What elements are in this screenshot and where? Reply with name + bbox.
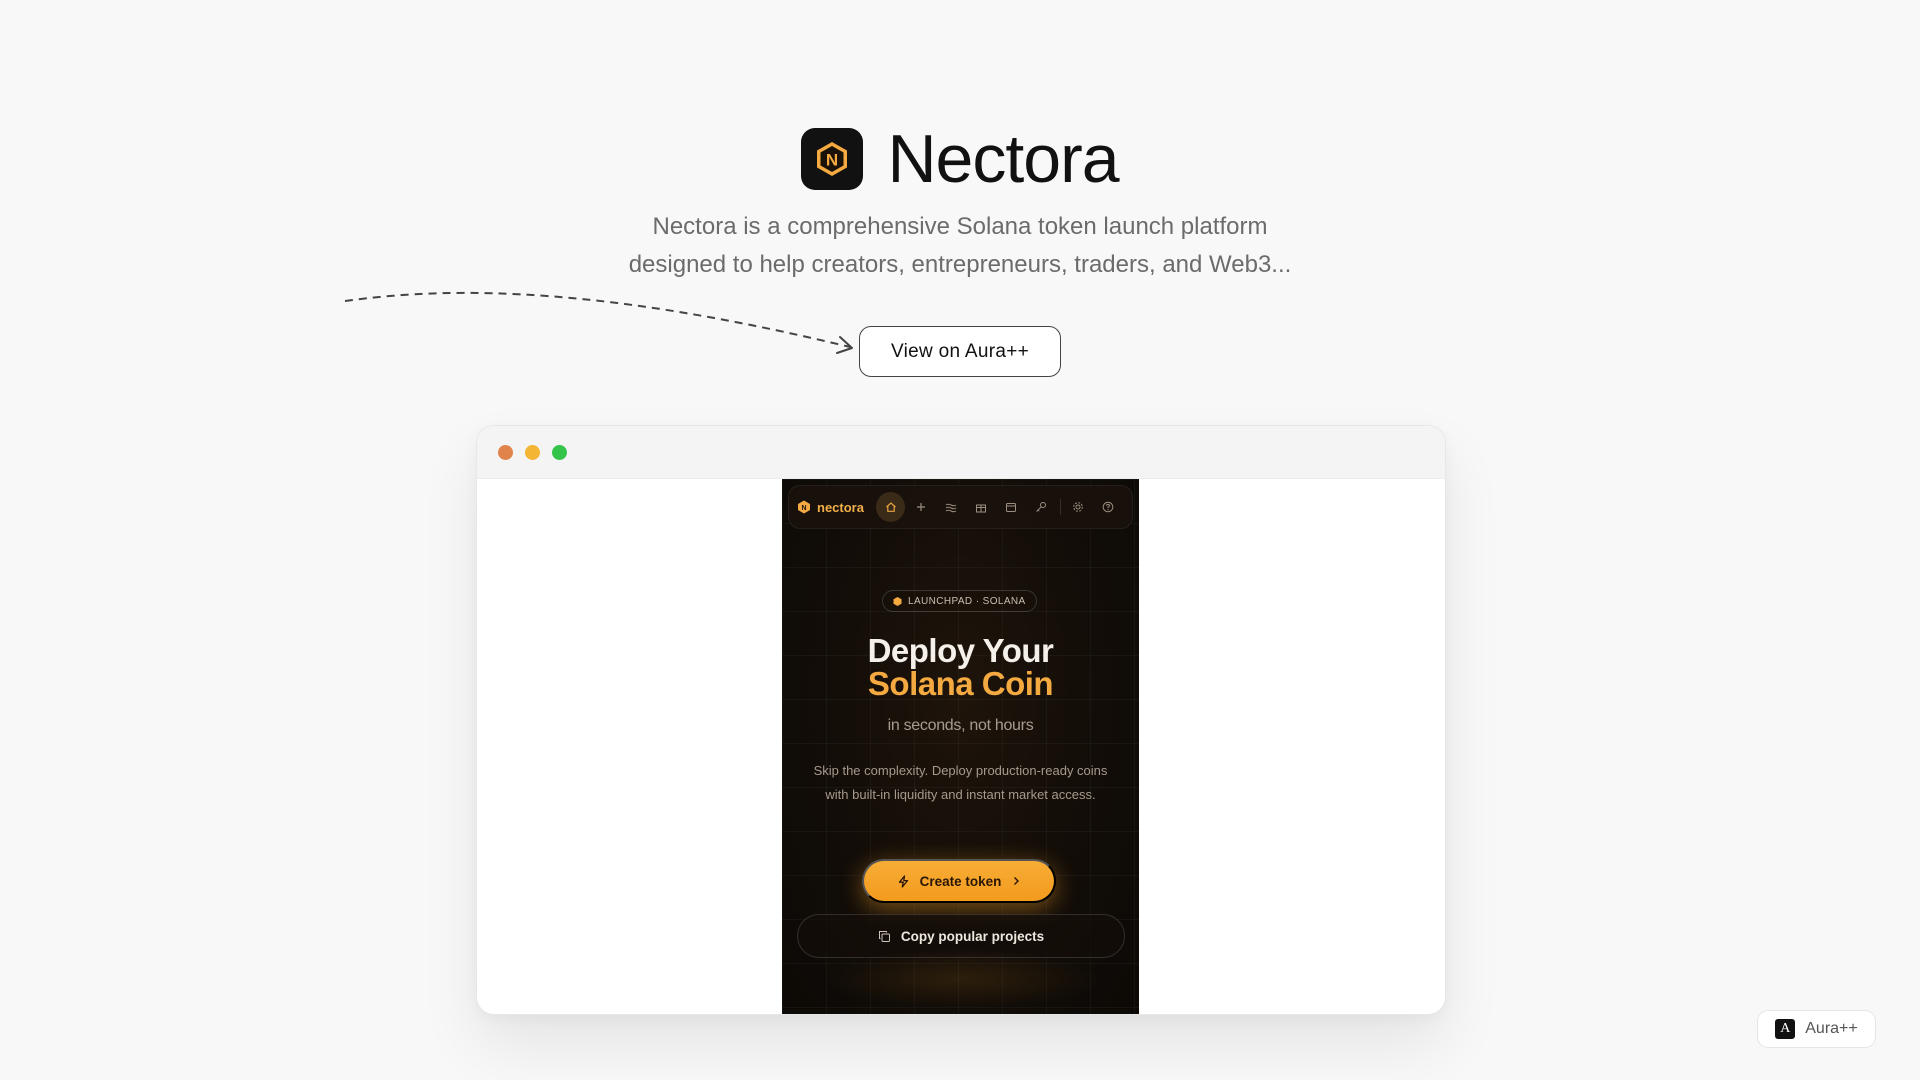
plus-icon[interactable] [906, 492, 935, 522]
nav-divider [1059, 499, 1061, 515]
description-line-2: designed to help creators, entrepreneurs… [628, 251, 1292, 278]
hero-subtitle: in seconds, not hours [887, 717, 1034, 734]
hero-description: Skip the complexity. Deploy production-r… [813, 763, 1108, 802]
svg-text:N: N [801, 505, 806, 512]
mobile-preview: N nectora LAUNCHPAD · SOLANA Deploy Your… [782, 479, 1139, 1014]
page-title: Nectora [887, 121, 1119, 197]
minimize-dot-icon[interactable] [525, 444, 540, 460]
copy-icon [878, 930, 890, 942]
preview-navbar: N nectora [788, 485, 1133, 529]
home-icon[interactable] [875, 492, 906, 522]
preview-brand-name: nectora [817, 499, 864, 515]
launchpad-badge: LAUNCHPAD · SOLANA [882, 590, 1037, 612]
dashed-arrow-icon [344, 291, 853, 354]
waves-icon[interactable] [936, 492, 965, 522]
aura-badge-label: Aura++ [1805, 1020, 1858, 1037]
calendar-icon[interactable] [996, 492, 1025, 522]
gift-icon[interactable] [966, 492, 995, 522]
gear-icon[interactable] [1064, 492, 1093, 522]
preview-logo-icon: N [798, 500, 810, 514]
maximize-dot-icon[interactable] [552, 444, 567, 460]
lightning-icon [898, 874, 908, 888]
view-on-aura-button[interactable]: View on Aura++ [859, 326, 1061, 377]
page-description: Nectora is a comprehensive Solana token … [560, 208, 1360, 284]
hero-title-line-1: Deploy Your [867, 632, 1054, 669]
create-token-button[interactable]: Create token [862, 859, 1056, 903]
aura-logo-icon: A [1775, 1019, 1796, 1039]
help-icon[interactable] [1094, 492, 1123, 522]
browser-window: N nectora LAUNCHPAD · SOLANA Deploy Your… [476, 425, 1446, 1015]
description-line-1: Nectora is a comprehensive Solana token … [652, 213, 1268, 240]
nectora-logo-icon: N [801, 128, 864, 190]
brand-header: N Nectora [0, 120, 1920, 198]
close-dot-icon[interactable] [498, 444, 513, 460]
badge-label: LAUNCHPAD · SOLANA [908, 595, 1026, 607]
hero-title: Deploy Your Solana Coin [782, 634, 1139, 700]
create-token-label: Create token [919, 873, 1002, 889]
preview-brand[interactable]: N nectora [797, 500, 864, 515]
badge-logo-icon [893, 596, 902, 606]
svg-text:N: N [826, 151, 838, 170]
aura-badge[interactable]: A Aura++ [1757, 1010, 1876, 1048]
chevron-right-icon [1014, 877, 1020, 885]
browser-toolbar [477, 426, 1445, 479]
copy-popular-projects-label: Copy popular projects [900, 928, 1045, 944]
bottom-glow [822, 949, 1102, 1009]
hero-title-line-2: Solana Coin [867, 665, 1054, 702]
key-icon[interactable] [1027, 492, 1056, 522]
